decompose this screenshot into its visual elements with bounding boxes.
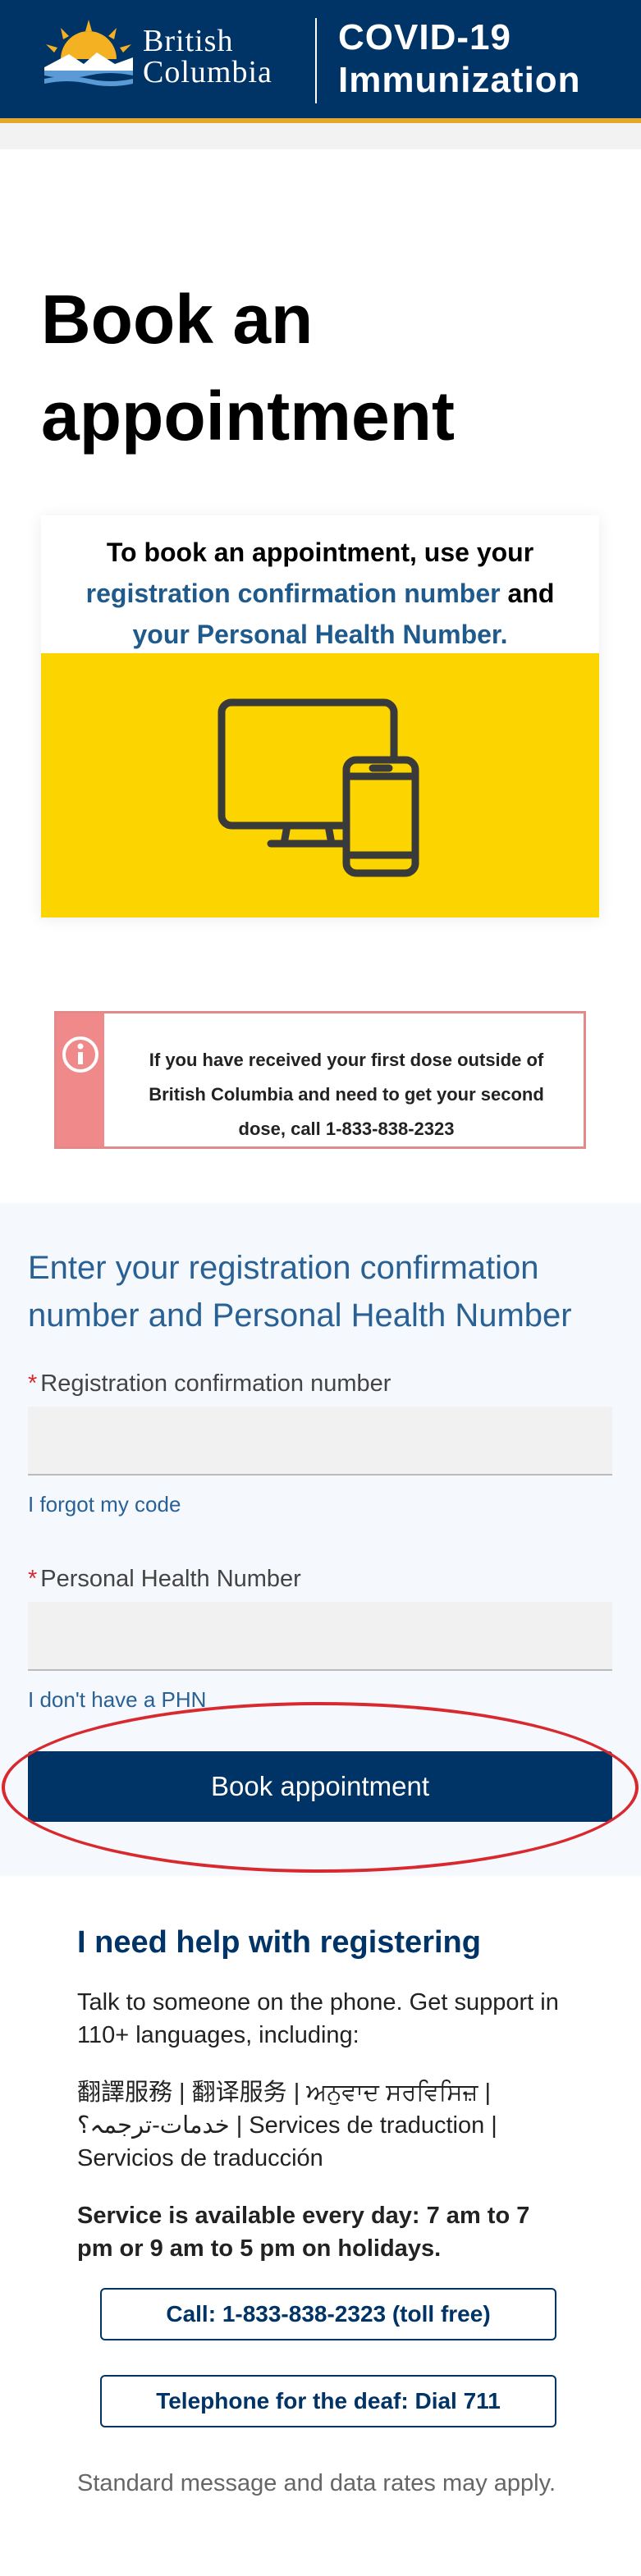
help-title: I need help with registering: [77, 1925, 481, 1960]
devices-icon: [217, 698, 419, 877]
page-title-line-1: Book an: [41, 281, 314, 358]
help-languages: 翻譯服務 | 翻译服务 | ਅਨੁਵਾਦ ਸਰਵਿਸਿਜ਼ | خدمات-تر…: [77, 2080, 497, 2171]
header-divider: [315, 18, 317, 103]
appointment-form: Enter your registration confirmation num…: [0, 1203, 641, 1876]
info-icon: [62, 1036, 98, 1073]
bc-logo[interactable]: British Columbia: [36, 16, 307, 98]
info-card-text: To book an appointment, use your registr…: [41, 532, 599, 655]
bc-sun-logo-icon: [44, 20, 133, 86]
call-button[interactable]: Call: 1-833-838-2323 (toll free): [100, 2288, 556, 2340]
info-card-text-mid: and: [507, 579, 555, 608]
second-dose-alert: If you have received your first dose out…: [54, 1011, 586, 1149]
info-card: To book an appointment, use your registr…: [41, 515, 599, 917]
registration-number-input[interactable]: [28, 1407, 612, 1476]
form-heading: Enter your registration confirmation num…: [28, 1250, 572, 1334]
site-title-line-1: COVID-19: [338, 17, 511, 57]
alert-side-bar: [57, 1013, 104, 1146]
logo-line-2: Columbia: [143, 55, 272, 89]
help-intro: Talk to someone on the phone. Get suppor…: [77, 1989, 559, 2048]
site-header: British Columbia COVID-19 Immunization: [0, 0, 641, 123]
site-title-line-2: Immunization: [338, 60, 581, 100]
phn-input[interactable]: [28, 1602, 612, 1671]
phn-label-text: Personal Health Number: [40, 1566, 301, 1592]
page-title: Book an appointment: [41, 271, 455, 464]
alert-text: If you have received your first dose out…: [149, 1050, 544, 1139]
phn-link-text: your Personal Health Number.: [132, 620, 508, 649]
required-marker: *: [28, 1566, 38, 1592]
logo-wordmark: British Columbia: [143, 23, 272, 90]
header-spacer: [0, 123, 641, 149]
phn-label: * Personal Health Number: [28, 1566, 301, 1593]
info-card-text-pre: To book an appointment, use your: [106, 538, 534, 567]
registration-number-label: * Registration confirmation number: [28, 1370, 391, 1398]
book-appointment-button[interactable]: Book appointment: [28, 1751, 612, 1822]
help-hours: Service is available every day: 7 am to …: [77, 2203, 530, 2262]
page-title-line-2: appointment: [41, 377, 455, 455]
required-marker: *: [28, 1370, 38, 1397]
no-phn-link[interactable]: I don't have a PHN: [28, 1687, 206, 1713]
tty-button[interactable]: Telephone for the deaf: Dial 711: [100, 2375, 556, 2427]
registration-number-label-text: Registration confirmation number: [40, 1370, 391, 1397]
registration-number-link-text: registration confirmation number: [85, 579, 501, 608]
forgot-code-link[interactable]: I forgot my code: [28, 1492, 181, 1517]
site-title: COVID-19 Immunization: [338, 16, 581, 102]
info-card-image: [41, 653, 599, 917]
data-rates-note: Standard message and data rates may appl…: [77, 2470, 556, 2496]
